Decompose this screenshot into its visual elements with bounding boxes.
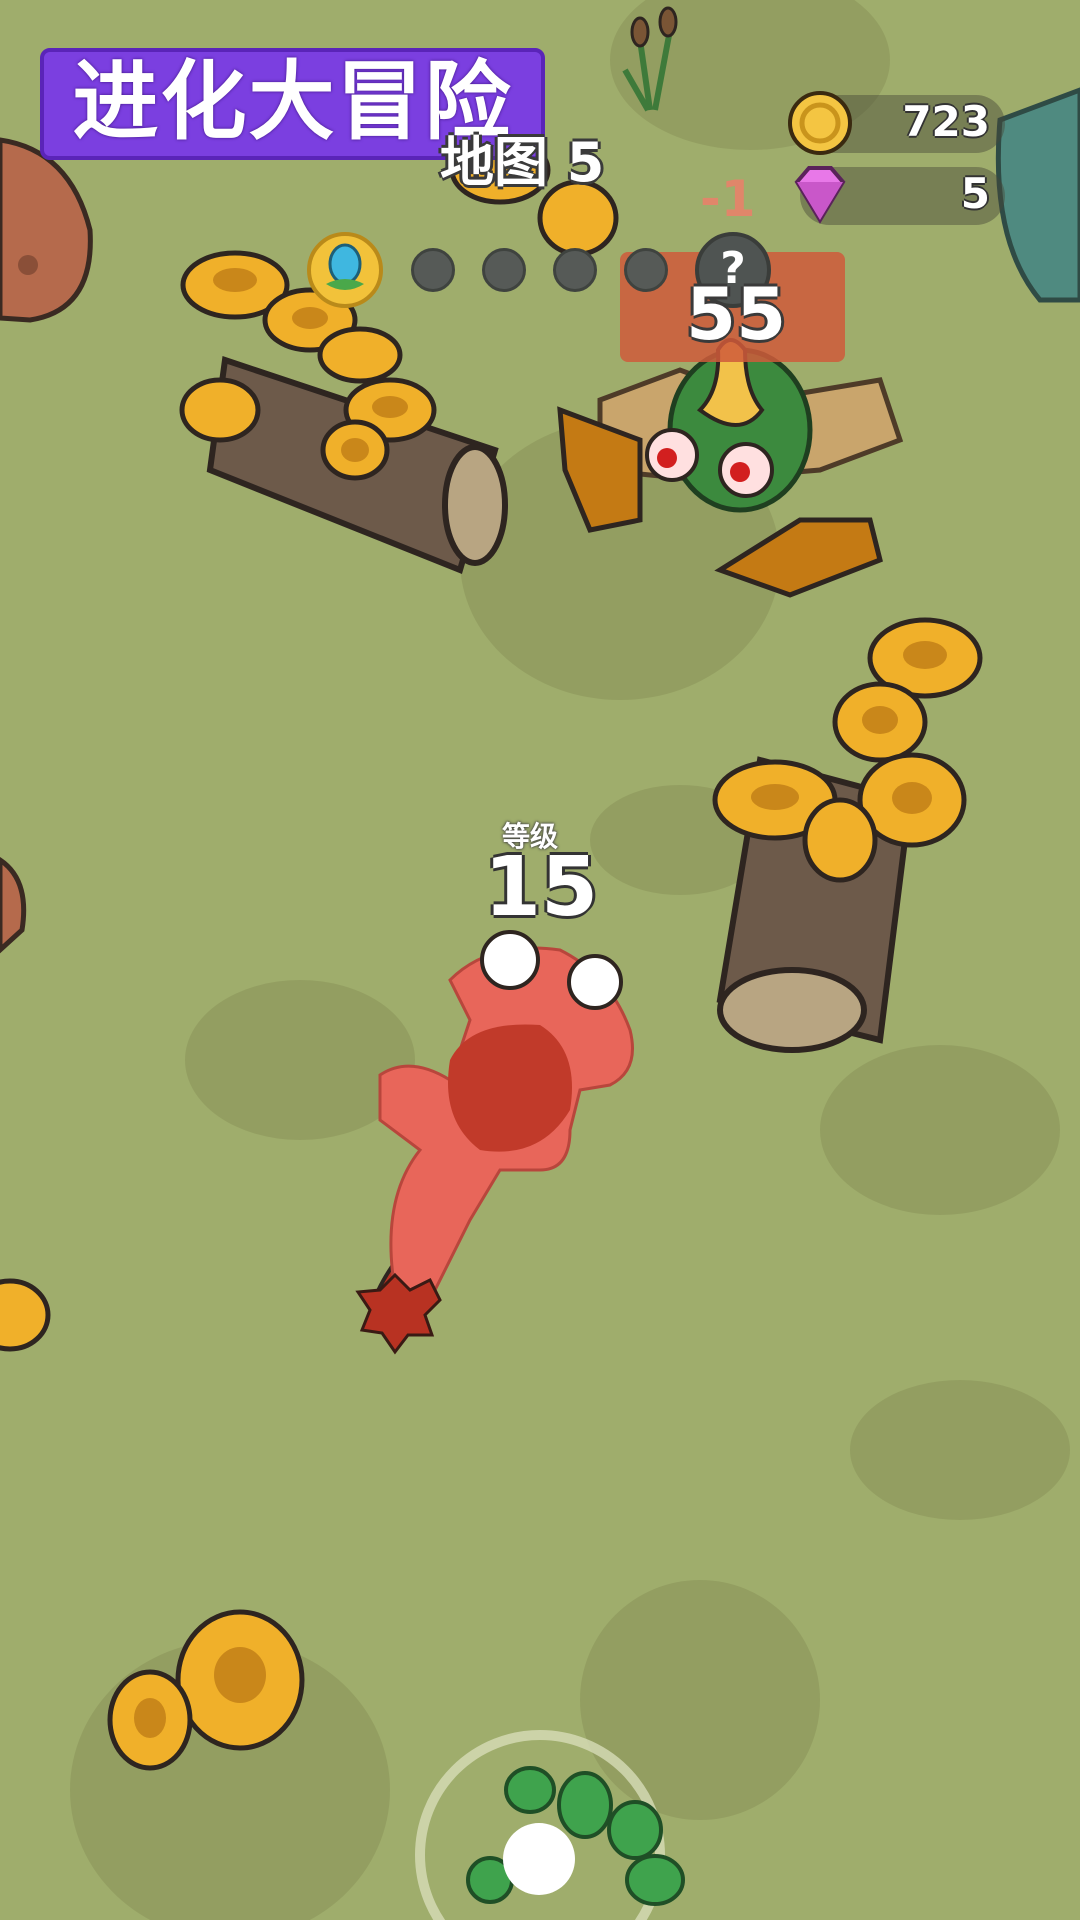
stage-dot <box>624 248 668 292</box>
map-label: 地图 5 <box>440 131 605 194</box>
game-scene <box>0 0 1080 1920</box>
gem-icon <box>794 166 846 224</box>
player-level: 15 <box>484 840 599 935</box>
log-mushrooms-right <box>712 617 983 1053</box>
gem-count: 5 <box>960 169 990 218</box>
egg-icon <box>326 243 364 290</box>
mushroom-left-edge <box>0 1278 51 1352</box>
damage-popup: -1 <box>700 170 756 228</box>
stage-dot <box>411 248 455 292</box>
rock-right <box>995 87 1080 303</box>
player-creature <box>355 930 634 1355</box>
joystick-knob[interactable] <box>503 1823 575 1895</box>
stage-dot <box>553 248 597 292</box>
rock-left <box>0 137 93 954</box>
coin-count: 723 <box>902 97 990 146</box>
stage-dot <box>482 248 526 292</box>
enemy-level: 55 <box>686 272 787 356</box>
coin-icon <box>788 91 852 155</box>
